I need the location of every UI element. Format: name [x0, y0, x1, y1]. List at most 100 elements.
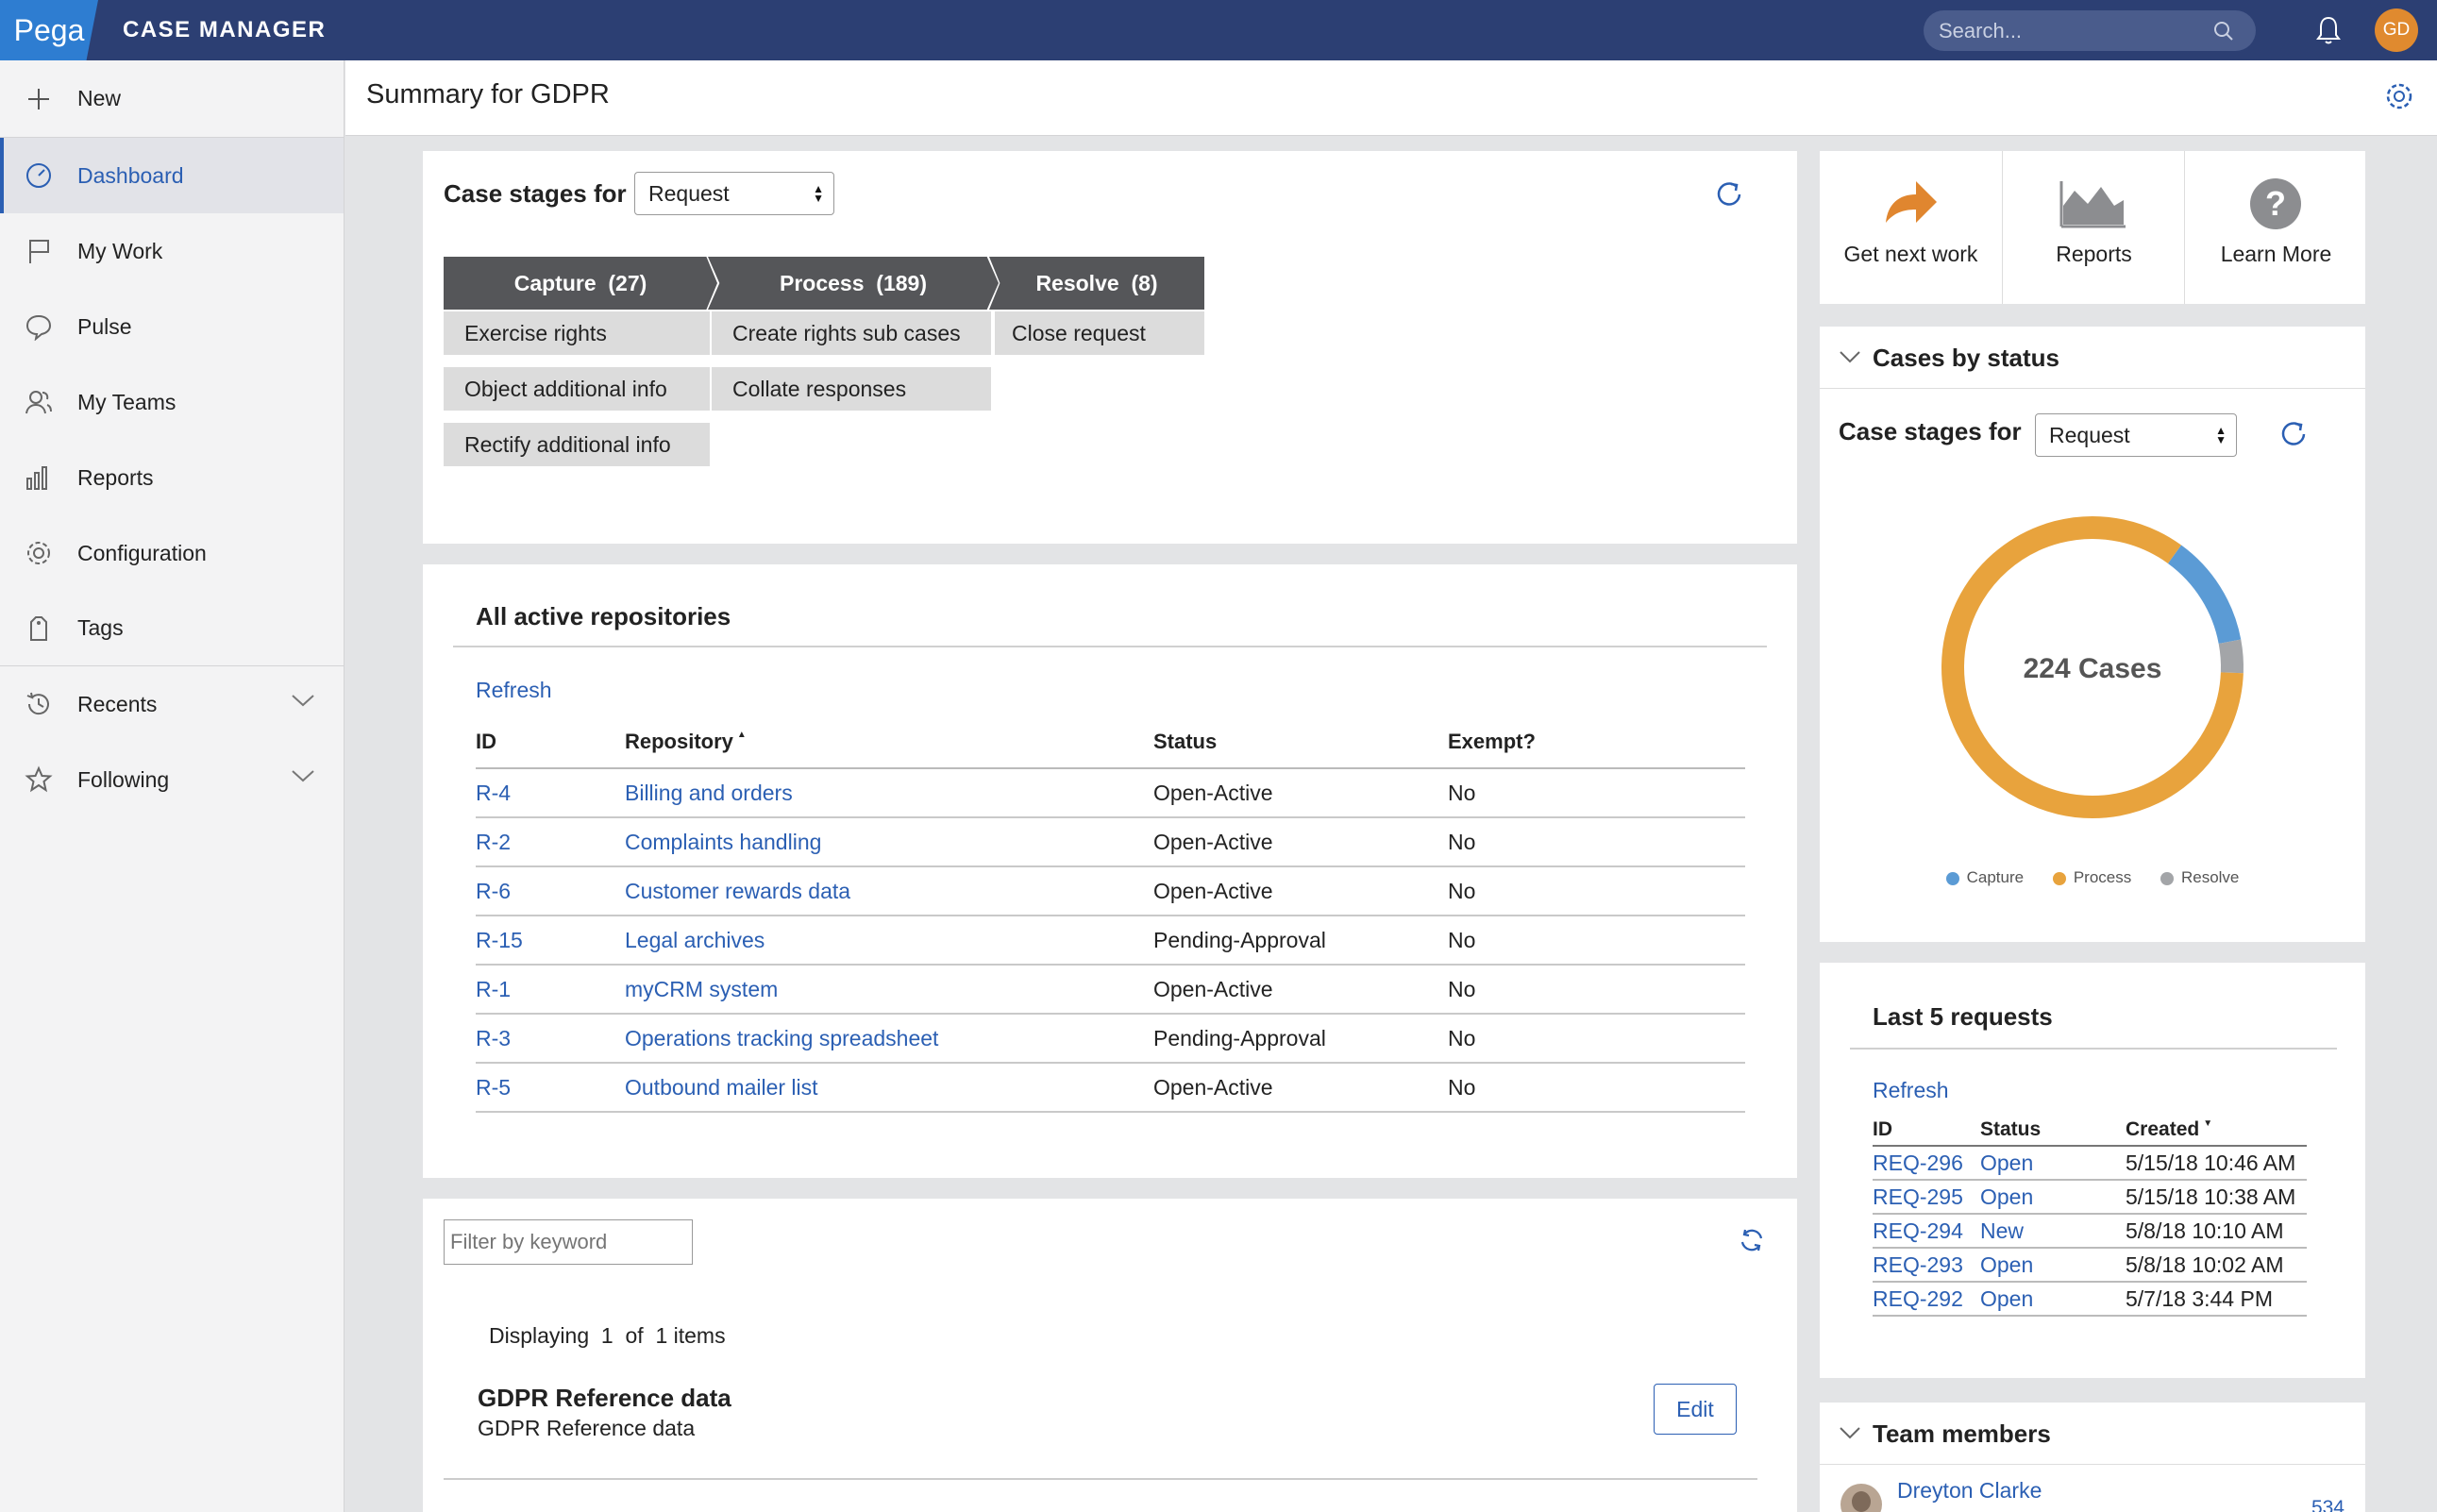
request-id-link[interactable]: REQ-293	[1873, 1248, 1980, 1283]
tile-label: Learn More	[2220, 242, 2332, 266]
last-requests-refresh-link[interactable]: Refresh	[1873, 1078, 1949, 1103]
request-status-link[interactable]: New	[1980, 1214, 2126, 1249]
stage-step[interactable]: Object additional info	[444, 367, 710, 411]
reports-button[interactable]: Reports	[2003, 151, 2185, 304]
case-type-select[interactable]: Request ▲ ▼	[2035, 413, 2237, 457]
stage-step[interactable]: Exercise rights	[444, 311, 710, 355]
refresh-icon[interactable]	[2277, 417, 2311, 451]
donut-center-label: 224 Cases	[2023, 653, 2162, 684]
request-status-link[interactable]: Open	[1980, 1248, 2126, 1283]
donut-slice-capture[interactable]	[2167, 545, 2242, 645]
column-header-status[interactable]: Status	[1980, 1114, 2126, 1147]
stage-step[interactable]: Rectify additional info	[444, 423, 710, 466]
sidebar-item-my-work[interactable]: My Work	[0, 213, 344, 289]
column-header-exempt[interactable]: Exempt?	[1448, 715, 1745, 769]
request-id-link[interactable]: REQ-292	[1873, 1282, 1980, 1317]
repo-name-link[interactable]: myCRM system	[625, 965, 1153, 1015]
chevron-down-icon[interactable]	[291, 693, 315, 708]
sidebar-item-my-teams[interactable]: My Teams	[0, 364, 344, 440]
stage-capture-header[interactable]: Capture (27)	[444, 257, 717, 310]
question-icon: ?	[2250, 178, 2301, 229]
repo-status: Pending-Approval	[1153, 916, 1448, 966]
sidebar-item-pulse[interactable]: Pulse	[0, 289, 344, 364]
displaying-items: items	[673, 1323, 726, 1348]
get-next-work-button[interactable]: Get next work	[1820, 151, 2002, 304]
request-id-link[interactable]: REQ-296	[1873, 1146, 1980, 1181]
cases-by-status-panel: Cases by status Case stages for Request …	[1820, 327, 2365, 942]
repo-id-link[interactable]: R-15	[476, 916, 625, 966]
request-created: 5/8/18 10:10 AM	[2126, 1214, 2307, 1249]
table-row: REQ-294 New 5/8/18 10:10 AM	[1873, 1214, 2307, 1249]
request-id-link[interactable]: REQ-294	[1873, 1214, 1980, 1249]
request-id-link[interactable]: REQ-295	[1873, 1180, 1980, 1215]
filter-keyword-input[interactable]	[444, 1219, 693, 1265]
member-count-link[interactable]: 534	[2311, 1497, 2345, 1512]
last-requests-divider	[1850, 1048, 2337, 1050]
stage-name: Process	[780, 270, 865, 295]
sidebar-item-label: My Teams	[77, 389, 176, 414]
repo-exempt: No	[1448, 768, 1745, 818]
legend-item-resolve: Resolve	[2160, 868, 2239, 886]
column-header-id[interactable]: ID	[1873, 1114, 1980, 1147]
sidebar-item-tags[interactable]: Tags	[0, 591, 344, 666]
sync-icon[interactable]	[1737, 1225, 1767, 1255]
repo-id-link[interactable]: R-5	[476, 1063, 625, 1113]
search-input[interactable]	[1939, 18, 2212, 43]
repositories-refresh-link[interactable]: Refresh	[476, 678, 552, 703]
repo-name-link[interactable]: Legal archives	[625, 916, 1153, 966]
case-type-select-value: Request	[2049, 422, 2130, 447]
case-type-select[interactable]: Request ▲ ▼	[634, 172, 834, 215]
chevron-down-icon[interactable]	[291, 768, 315, 783]
column-header-created[interactable]: Created ▼	[2126, 1114, 2307, 1147]
repo-id-link[interactable]: R-1	[476, 965, 625, 1015]
request-status-link[interactable]: Open	[1980, 1282, 2126, 1317]
repositories-divider	[453, 646, 1767, 647]
column-header-repository[interactable]: Repository ▲	[625, 715, 1153, 769]
edit-button[interactable]: Edit	[1654, 1384, 1737, 1435]
stage-process-header[interactable]: Process (189)	[708, 257, 999, 310]
repo-id-link[interactable]: R-3	[476, 1014, 625, 1064]
sidebar-item-recents[interactable]: Recents	[0, 666, 344, 742]
repo-name-link[interactable]: Outbound mailer list	[625, 1063, 1153, 1113]
stage-step[interactable]: Close request	[995, 311, 1204, 355]
search-icon[interactable]	[2212, 20, 2235, 42]
refresh-icon[interactable]	[1712, 177, 1746, 211]
sidebar-item-reports[interactable]: Reports	[0, 440, 344, 515]
repo-name-link[interactable]: Billing and orders	[625, 768, 1153, 818]
sidebar-item-following[interactable]: Following	[0, 742, 344, 817]
table-row: R-6 Customer rewards data Open-Active No	[476, 866, 1745, 916]
member-avatar[interactable]	[1840, 1484, 1882, 1512]
repo-status: Open-Active	[1153, 866, 1448, 916]
repo-id-link[interactable]: R-4	[476, 768, 625, 818]
request-status-link[interactable]: Open	[1980, 1146, 2126, 1181]
sidebar-item-dashboard[interactable]: Dashboard	[0, 138, 344, 213]
column-header-status[interactable]: Status	[1153, 715, 1448, 769]
sidebar-item-configuration[interactable]: Configuration	[0, 515, 344, 591]
repo-id-link[interactable]: R-2	[476, 817, 625, 867]
new-button[interactable]: New	[0, 60, 344, 138]
settings-gear-icon[interactable]	[2384, 81, 2414, 111]
stage-resolve-header[interactable]: Resolve (8)	[989, 257, 1204, 310]
bell-icon[interactable]	[2314, 14, 2343, 46]
team-members-header[interactable]: Team members	[1820, 1403, 2365, 1465]
member-name-link[interactable]: Dreyton Clarke	[1897, 1478, 2042, 1504]
case-stages-panel: Case stages for Request ▲ ▼ Capture (27) …	[423, 151, 1797, 544]
cases-by-status-header[interactable]: Cases by status	[1820, 327, 2365, 389]
repo-name-link[interactable]: Complaints handling	[625, 817, 1153, 867]
user-avatar[interactable]: GD	[2375, 8, 2418, 52]
repo-name-link[interactable]: Operations tracking spreadsheet	[625, 1014, 1153, 1064]
flag-icon	[29, 240, 49, 263]
request-status-link[interactable]: Open	[1980, 1180, 2126, 1215]
stage-step[interactable]: Collate responses	[712, 367, 991, 411]
learn-more-button[interactable]: ? Learn More	[2185, 151, 2367, 304]
case-type-select-value: Request	[648, 180, 730, 206]
legend-item-process: Process	[2052, 868, 2131, 886]
stage-step[interactable]: Create rights sub cases	[712, 311, 991, 355]
repo-name-link[interactable]: Customer rewards data	[625, 866, 1153, 916]
column-header-id[interactable]: ID	[476, 715, 625, 769]
search-box[interactable]	[1924, 10, 2256, 51]
legend-label: Resolve	[2180, 868, 2240, 886]
repo-id-link[interactable]: R-6	[476, 866, 625, 916]
request-created: 5/8/18 10:02 AM	[2126, 1248, 2307, 1283]
pega-logo[interactable]: Pega	[0, 0, 98, 60]
